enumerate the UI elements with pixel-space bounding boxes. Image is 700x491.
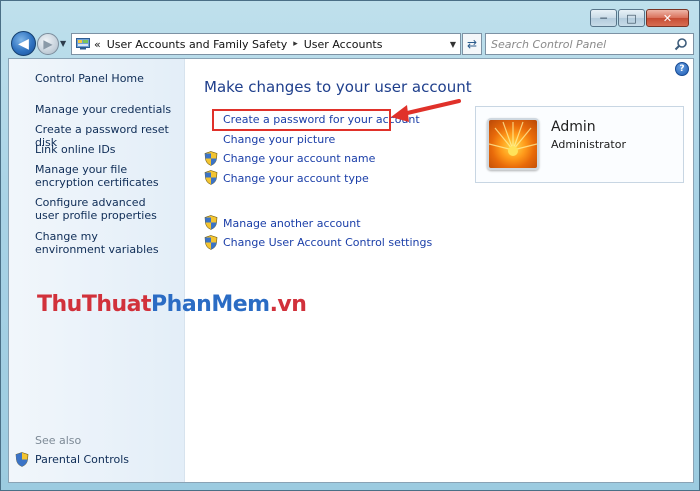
shield-icon	[15, 452, 29, 467]
page-title: Make changes to your user account	[204, 78, 472, 96]
refresh-button[interactable]: ⇄	[462, 33, 482, 55]
task-change-account-type[interactable]: Change your account type	[223, 172, 369, 185]
search-input[interactable]: Search Control Panel	[485, 33, 694, 55]
avatar[interactable]	[487, 118, 539, 170]
user-role: Administrator	[551, 138, 626, 151]
address-dropdown-icon[interactable]: ▼	[450, 40, 456, 49]
minimize-button[interactable]: ─	[590, 9, 617, 27]
see-also-label: See also	[35, 434, 82, 447]
watermark: ThuThuatPhanMem.vn	[37, 292, 307, 317]
task-manage-another-account[interactable]: Manage another account	[223, 217, 361, 230]
sidebar-manage-file-encryption[interactable]: Manage your file encryption certificates	[35, 163, 175, 189]
search-icon[interactable]	[674, 37, 688, 51]
navigation-bar: ◀ ▶ ▼ « User Accounts and Family Safety …	[9, 31, 694, 57]
user-account-card: Admin Administrator	[475, 106, 684, 183]
task-change-picture[interactable]: Change your picture	[223, 133, 335, 146]
breadcrumb-separator-icon[interactable]: ▸	[293, 39, 298, 49]
refresh-icon: ⇄	[466, 37, 478, 51]
forward-button[interactable]: ▶	[37, 33, 59, 55]
user-name: Admin	[551, 119, 596, 135]
maximize-button[interactable]: □	[618, 9, 645, 27]
close-button[interactable]: ✕	[646, 9, 689, 27]
breadcrumb-overflow[interactable]: «	[94, 38, 101, 51]
annotation-arrow-icon	[391, 99, 461, 122]
breadcrumb-user-accounts-family-safety[interactable]: User Accounts and Family Safety	[107, 38, 287, 51]
uac-shield-icon	[204, 170, 218, 185]
back-button[interactable]: ◀	[11, 31, 36, 56]
task-change-uac-settings[interactable]: Change User Account Control settings	[223, 236, 432, 249]
sidebar-configure-advanced-profile[interactable]: Configure advanced user profile properti…	[35, 196, 165, 222]
history-dropdown-icon[interactable]: ▼	[60, 39, 66, 48]
sidebar-control-panel-home[interactable]: Control Panel Home	[35, 72, 144, 85]
annotation-highlight-box	[212, 109, 391, 131]
caption-buttons: ─ □ ✕	[590, 9, 689, 27]
uac-shield-icon	[204, 215, 218, 230]
uac-shield-icon	[204, 235, 218, 250]
content-area: Control Panel Home Manage your credentia…	[8, 58, 694, 483]
search-placeholder: Search Control Panel	[491, 37, 607, 51]
control-panel-icon	[76, 38, 90, 50]
arrow-left-icon: ◀	[18, 35, 29, 52]
arrow-right-icon: ▶	[43, 37, 53, 51]
help-icon[interactable]: ?	[675, 62, 689, 76]
task-change-account-name[interactable]: Change your account name	[223, 152, 375, 165]
breadcrumb-user-accounts[interactable]: User Accounts	[304, 38, 383, 51]
watermark-part-3: .vn	[269, 292, 307, 317]
watermark-part-1: ThuThuat	[37, 292, 152, 317]
sidebar-manage-credentials[interactable]: Manage your credentials	[35, 103, 171, 116]
watermark-part-2: PhanMem	[151, 292, 270, 317]
address-bar[interactable]: « User Accounts and Family Safety ▸ User…	[71, 33, 461, 55]
uac-shield-icon	[204, 151, 218, 166]
sidebar: Control Panel Home Manage your credentia…	[9, 59, 185, 482]
sidebar-link-online-ids[interactable]: Link online IDs	[35, 143, 116, 156]
sidebar-parental-controls[interactable]: Parental Controls	[35, 453, 129, 466]
window-frame: ─ □ ✕ ◀ ▶ ▼ « User Accounts and Family S…	[0, 0, 700, 491]
sidebar-change-environment-variables[interactable]: Change my environment variables	[35, 230, 165, 256]
flower-icon	[488, 121, 538, 156]
